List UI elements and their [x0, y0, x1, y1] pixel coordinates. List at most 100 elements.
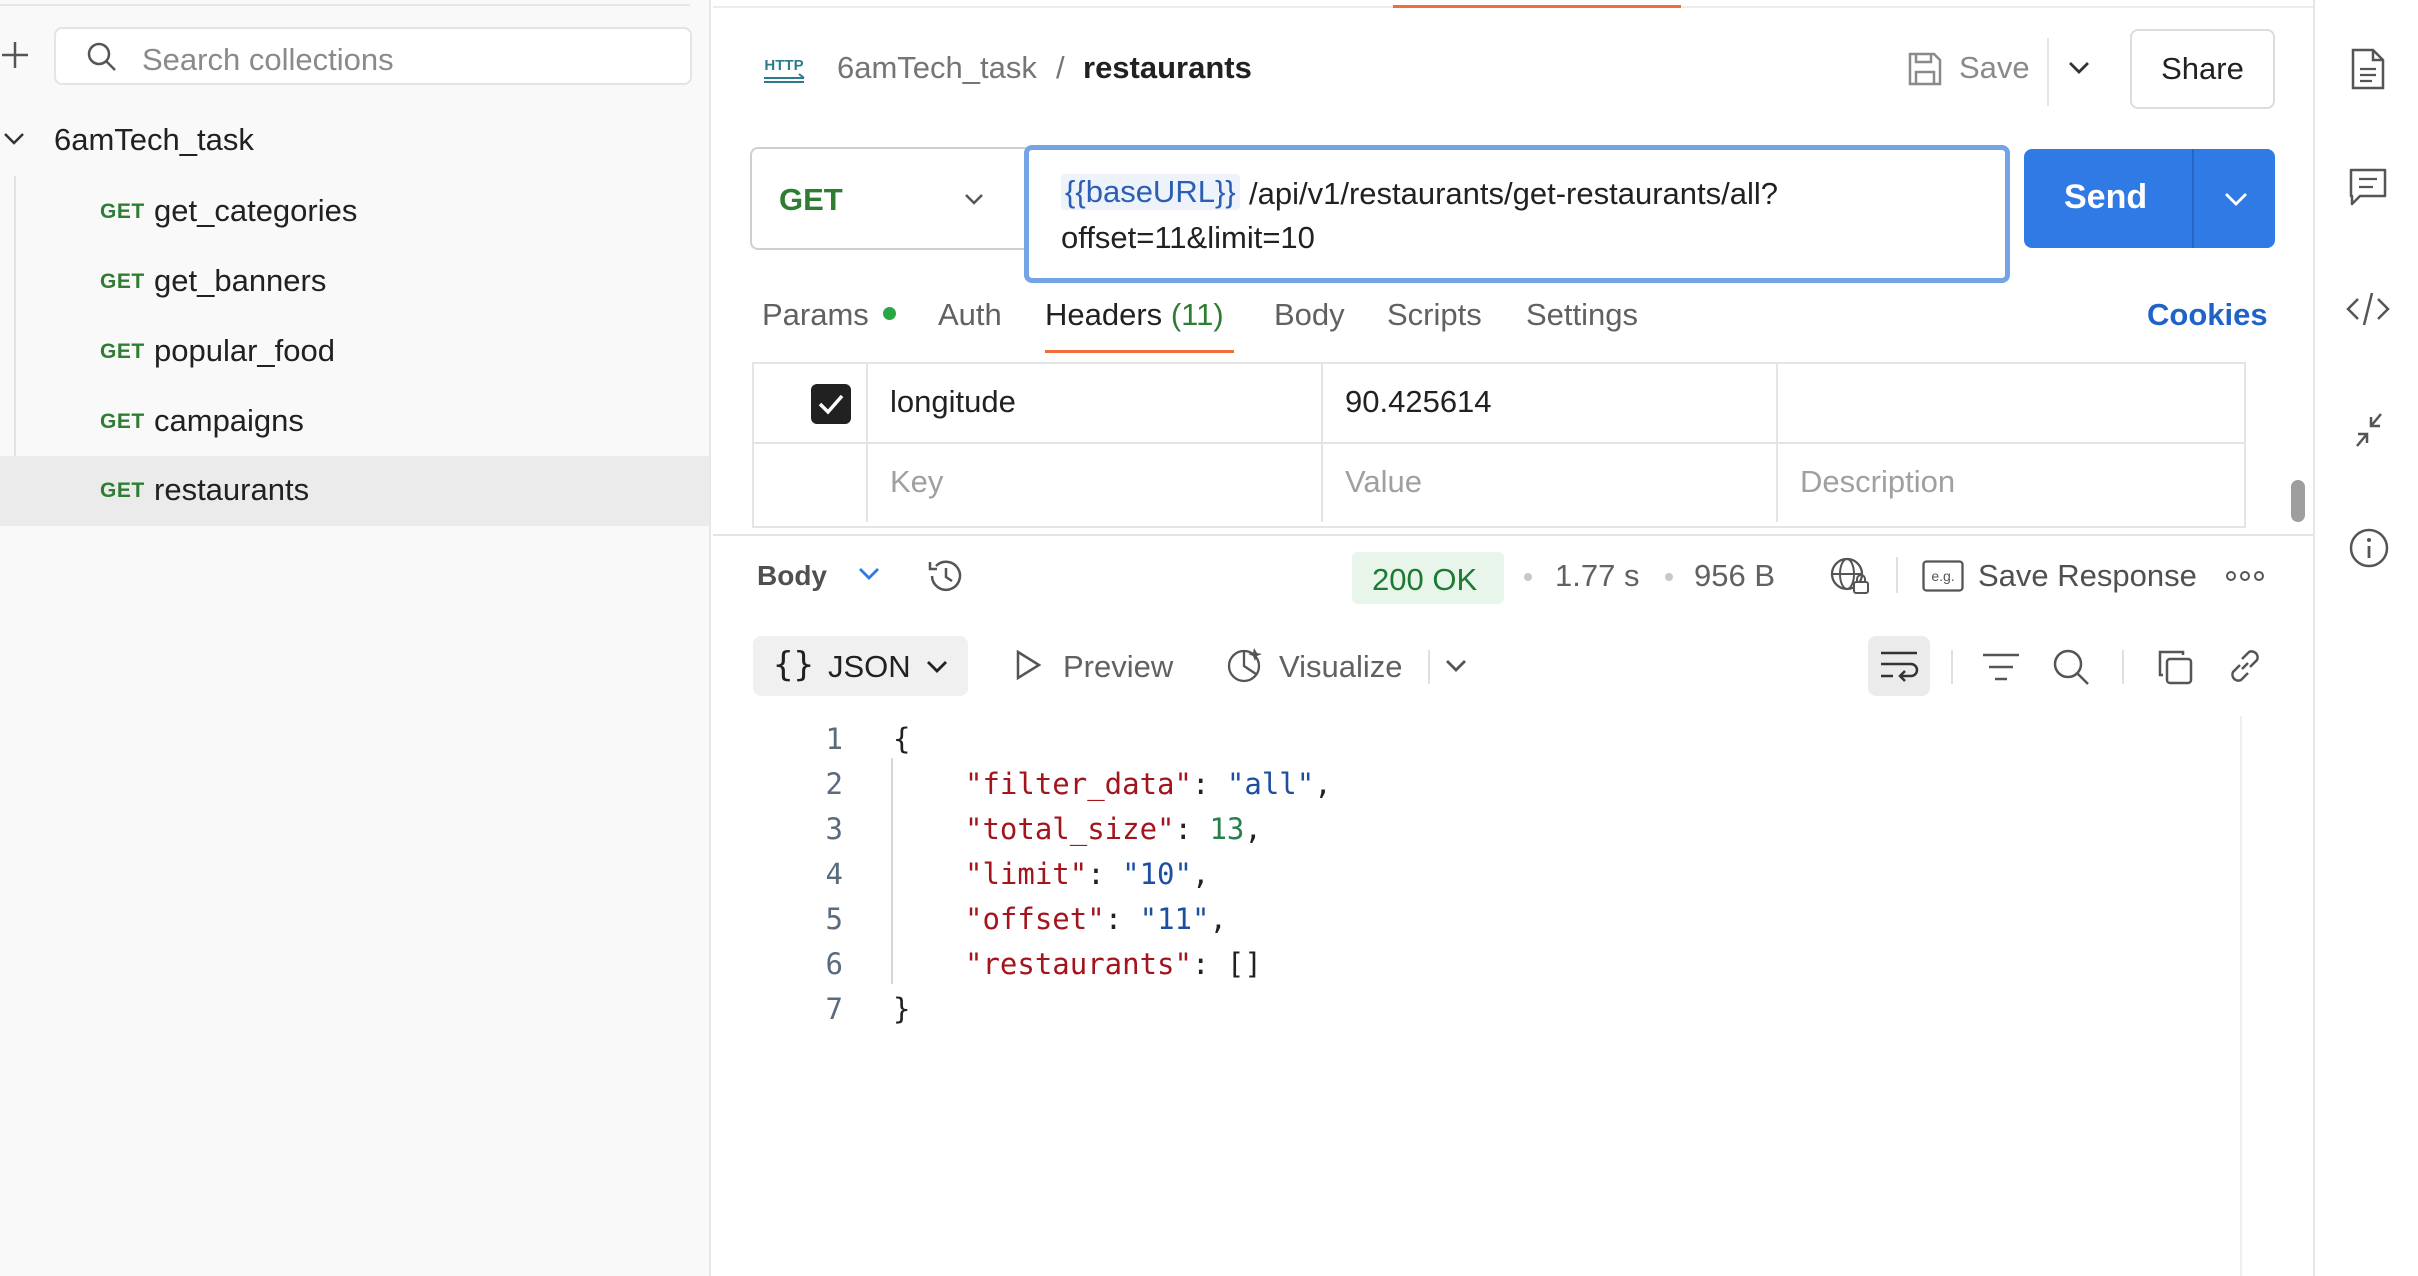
more-icon[interactable] — [2225, 570, 2265, 582]
json-key: "filter_data" — [965, 767, 1192, 801]
check-icon — [818, 394, 844, 415]
chevron-down-icon[interactable] — [2223, 191, 2249, 209]
response-size[interactable]: 956 B — [1694, 558, 1775, 594]
url-path: /api/v1/restaurants/get-restaurants/all? — [1249, 176, 1778, 211]
wrap-lines-button[interactable] — [1868, 636, 1930, 696]
code-icon[interactable] — [2345, 289, 2391, 329]
tab-params[interactable]: Params — [762, 297, 869, 333]
line-number: 6 — [825, 947, 843, 981]
new-description-cell[interactable]: Description — [1776, 444, 2246, 522]
value-cell[interactable]: 90.425614 — [1321, 364, 1776, 442]
filter-icon[interactable] — [1981, 651, 2021, 683]
json-value: 13 — [1209, 812, 1245, 846]
search-placeholder: Search collections — [142, 42, 394, 77]
visualize-icon[interactable] — [1224, 644, 1266, 686]
json-key: "limit" — [965, 857, 1088, 891]
breadcrumb-parent[interactable]: 6amTech_task — [837, 50, 1037, 86]
response-body-label[interactable]: Body — [757, 560, 827, 592]
method-badge: GET — [100, 270, 145, 293]
headers-table: longitude 90.425614 Key Value Descriptio… — [752, 362, 2246, 528]
tab-scripts[interactable]: Scripts — [1387, 297, 1482, 333]
search-icon[interactable] — [2051, 647, 2091, 687]
header-value: 90.425614 — [1345, 384, 1492, 419]
search-input[interactable]: Search collections — [54, 27, 692, 85]
chevron-down-icon[interactable] — [2, 130, 26, 148]
description-placeholder: Description — [1800, 464, 1956, 499]
plus-icon[interactable] — [0, 40, 30, 70]
tab-headers-label: Headers — [1045, 297, 1163, 332]
visualize-button[interactable]: Visualize — [1279, 649, 1403, 685]
line-number: 7 — [825, 992, 843, 1026]
json-value: "11" — [1139, 902, 1210, 936]
breadcrumb-current[interactable]: restaurants — [1083, 50, 1252, 86]
svg-text:e.g.: e.g. — [1931, 568, 1954, 584]
json-entry: "total_size": 13, — [965, 812, 1262, 846]
collapse-icon[interactable] — [2351, 410, 2387, 450]
tab-auth[interactable]: Auth — [938, 297, 1002, 333]
request-item-get-categories[interactable]: GET get_categories — [0, 177, 710, 247]
json-key: "restaurants" — [965, 947, 1192, 981]
save-icon[interactable] — [1906, 50, 1944, 88]
document-icon[interactable] — [2350, 47, 2386, 91]
method-select[interactable]: GET — [750, 147, 1030, 250]
save-response-button[interactable]: Save Response — [1978, 558, 2197, 594]
method-value: GET — [779, 182, 843, 217]
json-close-brace: } — [893, 992, 911, 1026]
key-cell[interactable]: longitude — [866, 364, 1321, 442]
url-variable[interactable]: {{baseURL}} — [1061, 174, 1240, 210]
play-icon[interactable] — [1013, 648, 1043, 682]
save-button[interactable]: Save — [1959, 50, 2030, 86]
chevron-down-icon[interactable] — [2067, 60, 2091, 76]
http-icon: HTTP — [761, 48, 807, 88]
copy-icon[interactable] — [2155, 647, 2195, 687]
sidebar: Search collections 6amTech_task GET get_… — [0, 0, 711, 1276]
url-input[interactable]: {{baseURL}} /api/v1/restaurants/get-rest… — [1024, 145, 2010, 283]
method-badge: GET — [100, 200, 145, 223]
json-entry: "restaurants": [] — [965, 947, 1262, 981]
response-code-view[interactable]: 1 2 3 4 5 6 7 { "filter_data": "all", "t… — [713, 714, 2273, 1026]
request-item-get-banners[interactable]: GET get_banners — [0, 247, 710, 317]
status-badge[interactable]: 200 OK — [1352, 552, 1504, 604]
request-response-divider[interactable] — [713, 534, 2313, 536]
http-icon-text: HTTP — [764, 57, 803, 74]
collection-name: 6amTech_task — [54, 122, 254, 157]
format-select[interactable]: {} JSON — [753, 636, 968, 696]
row-checkbox[interactable] — [811, 384, 851, 424]
separator-dot — [1524, 573, 1532, 581]
request-item-campaigns[interactable]: GET campaigns — [0, 387, 710, 457]
json-value: "all" — [1226, 767, 1315, 801]
json-entry: "filter_data": "all", — [965, 767, 1332, 801]
request-name: get_categories — [154, 193, 358, 228]
example-icon[interactable]: e.g. — [1922, 560, 1964, 592]
cookies-link[interactable]: Cookies — [2147, 297, 2268, 333]
active-tab-indicator — [1393, 5, 1681, 8]
preview-button[interactable]: Preview — [1063, 649, 1173, 685]
collection-item[interactable]: 6amTech_task — [0, 106, 710, 176]
request-item-popular-food[interactable]: GET popular_food — [0, 317, 710, 387]
status-text: 200 OK — [1372, 562, 1478, 597]
comment-icon[interactable] — [2348, 167, 2388, 207]
new-key-cell[interactable]: Key — [866, 444, 1321, 522]
send-divider — [2192, 149, 2194, 248]
url-query: offset=11&limit=10 — [1061, 220, 1315, 255]
json-value: "10" — [1122, 857, 1192, 891]
description-cell[interactable] — [1776, 364, 2246, 442]
link-icon[interactable] — [2224, 645, 2266, 687]
globe-lock-icon[interactable] — [1828, 554, 1872, 598]
tab-headers[interactable]: Headers (11) — [1045, 297, 1224, 333]
response-time[interactable]: 1.77 s — [1555, 558, 1639, 594]
new-value-cell[interactable]: Value — [1321, 444, 1776, 522]
send-button[interactable]: Send — [2024, 149, 2275, 248]
chevron-down-icon[interactable] — [1444, 658, 1468, 674]
info-icon[interactable] — [2348, 527, 2390, 569]
header-key: longitude — [890, 384, 1016, 419]
scrollbar[interactable] — [2291, 480, 2305, 522]
history-icon[interactable] — [924, 554, 968, 598]
chevron-down-icon[interactable] — [857, 566, 881, 582]
request-item-restaurants[interactable]: GET restaurants — [0, 456, 710, 526]
tab-headers-count: (11) — [1170, 297, 1224, 332]
share-button[interactable]: Share — [2130, 29, 2275, 109]
tab-body[interactable]: Body — [1274, 297, 1345, 333]
toolbar-divider — [1951, 650, 1953, 684]
tab-settings[interactable]: Settings — [1526, 297, 1638, 333]
